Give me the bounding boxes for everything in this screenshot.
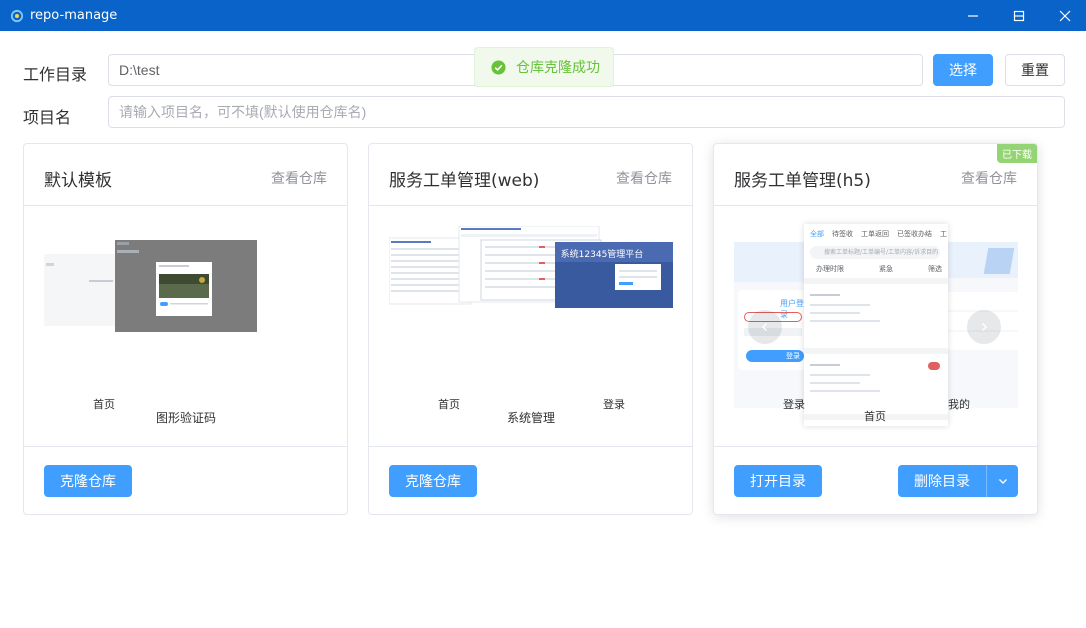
card-footer: 打开目录 删除目录 <box>714 446 1037 514</box>
clone-repo-button[interactable]: 克隆仓库 <box>44 465 132 497</box>
minimize-icon <box>968 14 978 17</box>
phone-tab: 已签收办结 <box>897 230 932 238</box>
close-icon <box>1059 10 1071 21</box>
login-button-preview: 登录 <box>786 352 800 360</box>
chevron-down-icon <box>998 479 1007 484</box>
app-logo-icon <box>10 9 24 22</box>
template-card-web: 服务工单管理(web) 查看仓库 系统12345管理平台 首页 登录 系统管理 … <box>368 143 693 515</box>
preview-screenshot: 系统12345管理平台 <box>389 226 673 308</box>
preview-phone-screen: 全部 待签收 工单返回 已签收办结 工 搜索工单标题/工单编号/工单内容/诉求目… <box>804 224 948 426</box>
phone-tab: 工单返回 <box>861 230 889 238</box>
card-title: 服务工单管理(web) <box>389 171 540 191</box>
open-directory-button[interactable]: 打开目录 <box>734 465 822 497</box>
delete-directory-button[interactable]: 删除目录 <box>898 465 986 497</box>
preview-caption-main: 图形验证码 <box>156 411 217 425</box>
phone-tab: 待签收 <box>832 230 853 238</box>
preview-caption-1: 登录 <box>783 398 805 411</box>
card-preview: 系统12345管理平台 首页 登录 系统管理 <box>369 206 692 446</box>
toast-message: 仓库克隆成功 <box>516 60 600 76</box>
card-header: 默认模板 查看仓库 <box>24 144 347 206</box>
template-card-h5: 已下载 服务工单管理(h5) 查看仓库 用户登录 登录 全部 待签收 工单返回 … <box>713 143 1038 515</box>
minimize-button-real[interactable] <box>950 0 996 31</box>
preview-carousel[interactable]: 系统12345管理平台 <box>389 226 673 316</box>
card-footer: 克隆仓库 <box>369 446 692 514</box>
reset-button[interactable]: 重置 <box>1005 54 1065 86</box>
select-button[interactable]: 选择 <box>933 54 993 86</box>
chevron-left-icon <box>762 323 767 331</box>
card-header: 服务工单管理(web) 查看仓库 <box>369 144 692 206</box>
project-name-input[interactable] <box>108 96 1065 128</box>
card-header: 服务工单管理(h5) 查看仓库 <box>714 144 1037 206</box>
preview-caption-main: 系统管理 <box>507 411 556 425</box>
card-preview: 用户登录 登录 全部 待签收 工单返回 已签收办结 工 搜索工单标题/工单编号/… <box>714 206 1037 446</box>
workdir-label: 工作目录 <box>23 65 88 84</box>
card-footer: 克隆仓库 <box>24 446 347 514</box>
preview-caption-2: 登录 <box>603 398 625 411</box>
window-title: repo-manage <box>30 8 118 23</box>
maximize-button-real[interactable] <box>996 0 1042 31</box>
preview-caption-2: 首页 <box>864 410 886 423</box>
title-bar: repo-manage <box>0 0 1086 31</box>
preview-caption: 首页 <box>93 398 115 411</box>
banner-text: 系统12345管理平台 <box>561 248 644 260</box>
phone-tab: 全部 <box>810 230 824 238</box>
view-repo-link[interactable]: 查看仓库 <box>271 168 327 188</box>
delete-dropdown-toggle[interactable] <box>986 465 1018 497</box>
card-title: 默认模板 <box>44 171 112 191</box>
preview-screenshot <box>44 240 257 332</box>
success-toast: 仓库克隆成功 <box>474 47 614 87</box>
close-button[interactable] <box>1042 0 1086 31</box>
phone-filter: 紧急 <box>879 265 893 273</box>
preview-caption-1: 首页 <box>438 398 460 411</box>
maximize-icon <box>1013 10 1025 21</box>
chevron-right-icon <box>982 323 987 331</box>
project-name-label: 项目名 <box>23 108 72 127</box>
preview-caption-3: 我的 <box>948 398 970 411</box>
carousel-prev-button[interactable] <box>748 310 782 344</box>
phone-filter: 筛选 <box>928 265 942 273</box>
carousel-next-button[interactable] <box>967 310 1001 344</box>
clone-repo-button[interactable]: 克隆仓库 <box>389 465 477 497</box>
card-preview: 首页 图形验证码 <box>24 206 347 446</box>
phone-tab: 工 <box>940 230 947 238</box>
view-repo-link[interactable]: 查看仓库 <box>961 168 1017 188</box>
phone-search: 搜索工单标题/工单编号/工单内容/诉求目的 <box>810 246 940 259</box>
check-circle-icon <box>491 59 506 75</box>
card-title: 服务工单管理(h5) <box>734 171 871 191</box>
template-card-default: 默认模板 查看仓库 首页 图形验证码 克隆仓库 <box>23 143 348 515</box>
delete-directory-split-button: 删除目录 <box>898 465 1018 497</box>
view-repo-link[interactable]: 查看仓库 <box>616 168 672 188</box>
phone-filter: 办理时限 <box>816 265 844 273</box>
preview-carousel[interactable] <box>44 240 257 332</box>
